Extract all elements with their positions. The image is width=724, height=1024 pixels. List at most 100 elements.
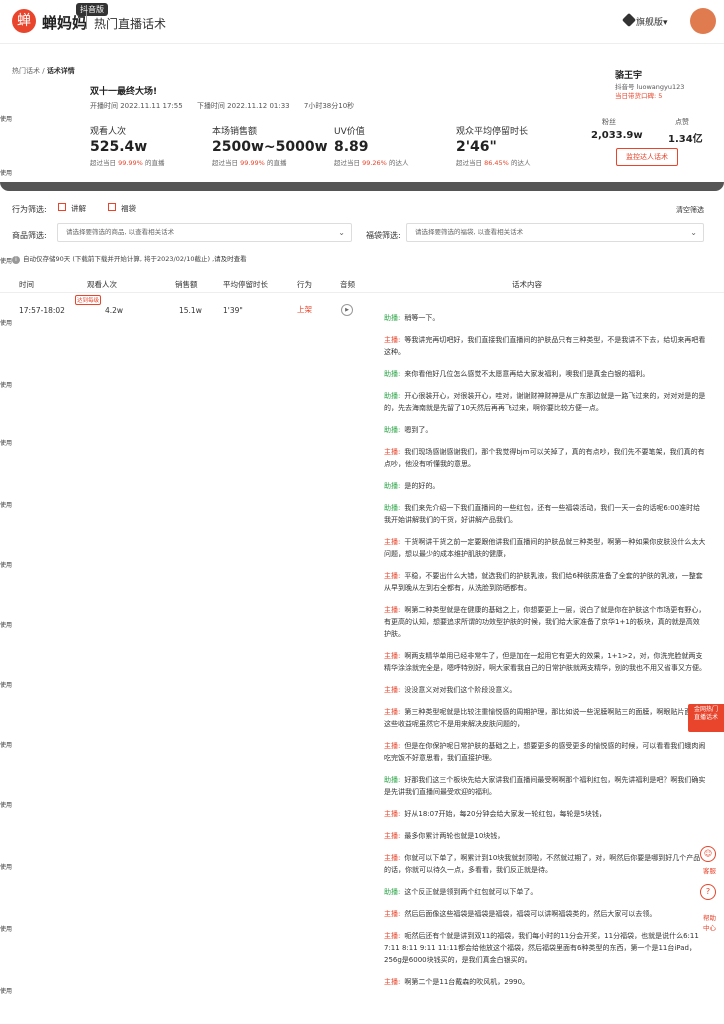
speaker-role: 主播: [384, 686, 401, 694]
speaker-role: 主播: [384, 652, 401, 660]
script-line: 助播: 开心很装开心，对很装开心，哇对，谢谢财神财神是从广东那边就是一路飞过来的，… [384, 390, 706, 414]
stat-value: 525.4w [90, 139, 148, 155]
speaker-role: 主播: [384, 978, 401, 986]
script-line: 主播: 啊两支精华单用已经非常牛了，但是加在一起用它有更大的效果，1+1>2，对，… [384, 650, 706, 674]
stat-stay: 观众平均停留时长 2'46" 超过当日 86.45% 的达人 [456, 124, 530, 167]
script-line: 主播: 呃然后还有个就是讲到双11的福袋，我们每小时的11分会开奖，11分福袋，也… [384, 930, 706, 966]
service-label[interactable]: 客服 [703, 865, 716, 875]
product-select[interactable]: 请选择要筛选的商品, 以查看相关话术 ⌄ [57, 223, 352, 242]
speaker-role: 助播: [384, 392, 401, 400]
checkbox-bag-label[interactable]: 福袋 [121, 203, 136, 214]
clear-filter-button[interactable]: 清空筛选 [676, 205, 704, 215]
help-icon[interactable]: ? [700, 884, 716, 900]
breadcrumb-current: 话术详情 [46, 67, 75, 75]
chevron-down-icon: ⌄ [690, 228, 697, 237]
side-label: 使用 [0, 802, 13, 809]
play-icon[interactable]: ▶ [341, 304, 353, 316]
service-icon[interactable]: ☺ [700, 846, 716, 862]
script-line: 主播: 我们现场感谢感谢我们，那个我觉得bjm可以关掉了，真的有点吵，我们先不要笔… [384, 446, 706, 470]
script-text: 第三种类型呢就是比较注重愉悦感的周期护理，那比如说一些泥膜啊贴三的面膜，啊眼贴片… [384, 708, 706, 728]
live-title: 双十一最终大场! [90, 87, 158, 97]
stat-sub: 超过当日 99.99% 的直播 [90, 159, 165, 167]
product-select-placeholder: 请选择要筛选的商品, 以查看相关话术 [66, 228, 175, 236]
side-label: 使用 [0, 682, 13, 689]
script-text: 但是在你保护呢日常护肤的基础之上，想要更多的感受更多的愉悦感的时候，可以看看我们… [384, 742, 706, 762]
script-text: 啊两支精华单用已经非常牛了，但是加在一起用它有更大的效果，1+1>2，对，你洗完… [384, 652, 706, 672]
diamond-icon [621, 12, 637, 28]
speaker-role: 主播: [384, 448, 401, 456]
help-label-2[interactable]: 中心 [703, 922, 716, 932]
script-text: 我们来先介绍一下我们直播间的一些红包，还有一些福袋活动，我们一天一会的话呢6:0… [384, 504, 701, 524]
stat-label: 观看人次 [90, 127, 127, 137]
script-text: 呃然后还有个就是讲到双11的福袋，我们每小时的11分会开奖，11分福袋，也就是说… [384, 932, 699, 964]
stat-value: 2500w~5000w [212, 139, 328, 155]
script-text: 啊第二个是11台戴森的吹风机，2990。 [404, 978, 530, 986]
side-label: 使用 [0, 320, 13, 327]
storage-notice-text: 自动仅存储90天 (下载前下载并开始计算, 将于2023/02/10截止) , [23, 255, 215, 263]
side-label: 使用 [0, 988, 13, 995]
script-line: 主播: 最多你累计两轮也就是10块钱， [384, 830, 706, 842]
track-host-button[interactable]: 监控达人话术 [616, 148, 678, 166]
side-label: 使用 [0, 116, 13, 123]
script-text: 你就可以下单了，啊累计到10块我就封顶啦，不然就过期了，对，啊然后你要是哪到好几… [384, 854, 701, 874]
stat-sub: 超过当日 99.26% 的达人 [334, 159, 409, 167]
script-line: 主播: 没没意义对对我们这个阶段没意义。 [384, 684, 706, 696]
side-label: 使用 [0, 382, 13, 389]
bag-select[interactable]: 请选择要筛选的福袋, 以查看相关话术 ⌄ [406, 223, 704, 242]
speaker-role: 主播: [384, 810, 401, 818]
script-line: 主播: 啊第二种类型就是在健康的基础之上，你想要更上一层，说白了就是你在护肤这个市… [384, 604, 706, 640]
side-label: 使用 [0, 926, 13, 933]
avatar[interactable] [690, 8, 716, 34]
behavior-filter-label: 行为筛选: [12, 205, 47, 214]
vip-badge[interactable]: 旗舰版▾ [636, 15, 668, 28]
bag-filter-label: 福袋筛选: [366, 231, 401, 240]
row-views: 4.2w [105, 306, 124, 315]
checkbox-explain-label[interactable]: 讲解 [71, 203, 86, 214]
stat-value: 8.89 [334, 139, 369, 155]
info-icon: i [12, 256, 20, 264]
script-text: 是的好的。 [404, 482, 440, 490]
speaker-role: 主播: [384, 606, 401, 614]
hot-line-1: 金网热门 [693, 706, 718, 713]
speaker-role: 主播: [384, 854, 401, 862]
script-text: 好从18:07开始，每20分钟会给大家发一轮红包，每轮是5块钱， [404, 810, 606, 818]
side-label: 使用 [0, 864, 13, 871]
speaker-role: 助播: [384, 482, 401, 490]
logo-icon[interactable]: 蝉 [12, 9, 36, 33]
script-line: 助播: 嗯到了。 [384, 424, 706, 436]
likes-label: 点赞 [675, 118, 689, 126]
th-views: 观看人次 [87, 280, 117, 289]
breadcrumb-parent[interactable]: 热门话术 [12, 67, 40, 75]
script-text: 嗯到了。 [404, 426, 433, 434]
table-header: 时间 观看人次 销售额 平均停留时长 行为 音频 话术内容 [0, 273, 724, 293]
speaker-role: 主播: [384, 932, 401, 940]
breadcrumb: 热门话术 / 话术详情 [12, 66, 75, 76]
stat-label: UV价值 [334, 127, 365, 137]
side-label: 使用 [0, 258, 13, 265]
script-text: 最多你累计两轮也就是10块钱， [404, 832, 505, 840]
stat-label: 观众平均停留时长 [456, 127, 529, 137]
duration: 7小时38分10秒 [303, 102, 355, 110]
stat-value: 2'46" [456, 139, 497, 155]
checkbox-bag[interactable] [108, 203, 116, 211]
script-line: 助播: 是的好的。 [384, 480, 706, 492]
checkbox-explain[interactable] [58, 203, 66, 211]
hot-line-2: 直播话术 [693, 714, 718, 721]
storage-notice-link[interactable]: 请及时查看 [214, 255, 247, 263]
row-stay: 1'39" [223, 306, 243, 315]
side-label: 使用 [0, 562, 13, 569]
stat-views: 观看人次 525.4w 超过当日 99.99% 的直播 [90, 124, 164, 167]
brand-separator [86, 13, 87, 29]
script-text: 平稳，不要出什么大错，就选我们的护肤乳液，我们给6种肤质准备了全套的护肤的乳液，… [384, 572, 703, 592]
hot-script-badge[interactable]: 金网热门 直播话术 [688, 704, 724, 732]
host-name[interactable]: 骆王宇 [615, 68, 642, 81]
script-text: 稍等一下。 [404, 314, 440, 322]
help-label-1[interactable]: 帮助 [703, 912, 716, 922]
side-label: 使用 [0, 742, 13, 749]
script-text: 等我讲完再切吧好，我们直接我们直播间的护肤品只有三种类型，不是我讲不下去，给切来… [384, 336, 706, 356]
stat-sales: 本场销售额 2500w~5000w 超过当日 99.99% 的直播 [212, 124, 328, 167]
stat-sub: 超过当日 86.45% 的达人 [456, 159, 531, 167]
stat-label: 本场销售额 [212, 127, 258, 137]
fans-label: 粉丝 [602, 118, 616, 126]
stat-sub: 超过当日 99.99% 的直播 [212, 159, 287, 167]
